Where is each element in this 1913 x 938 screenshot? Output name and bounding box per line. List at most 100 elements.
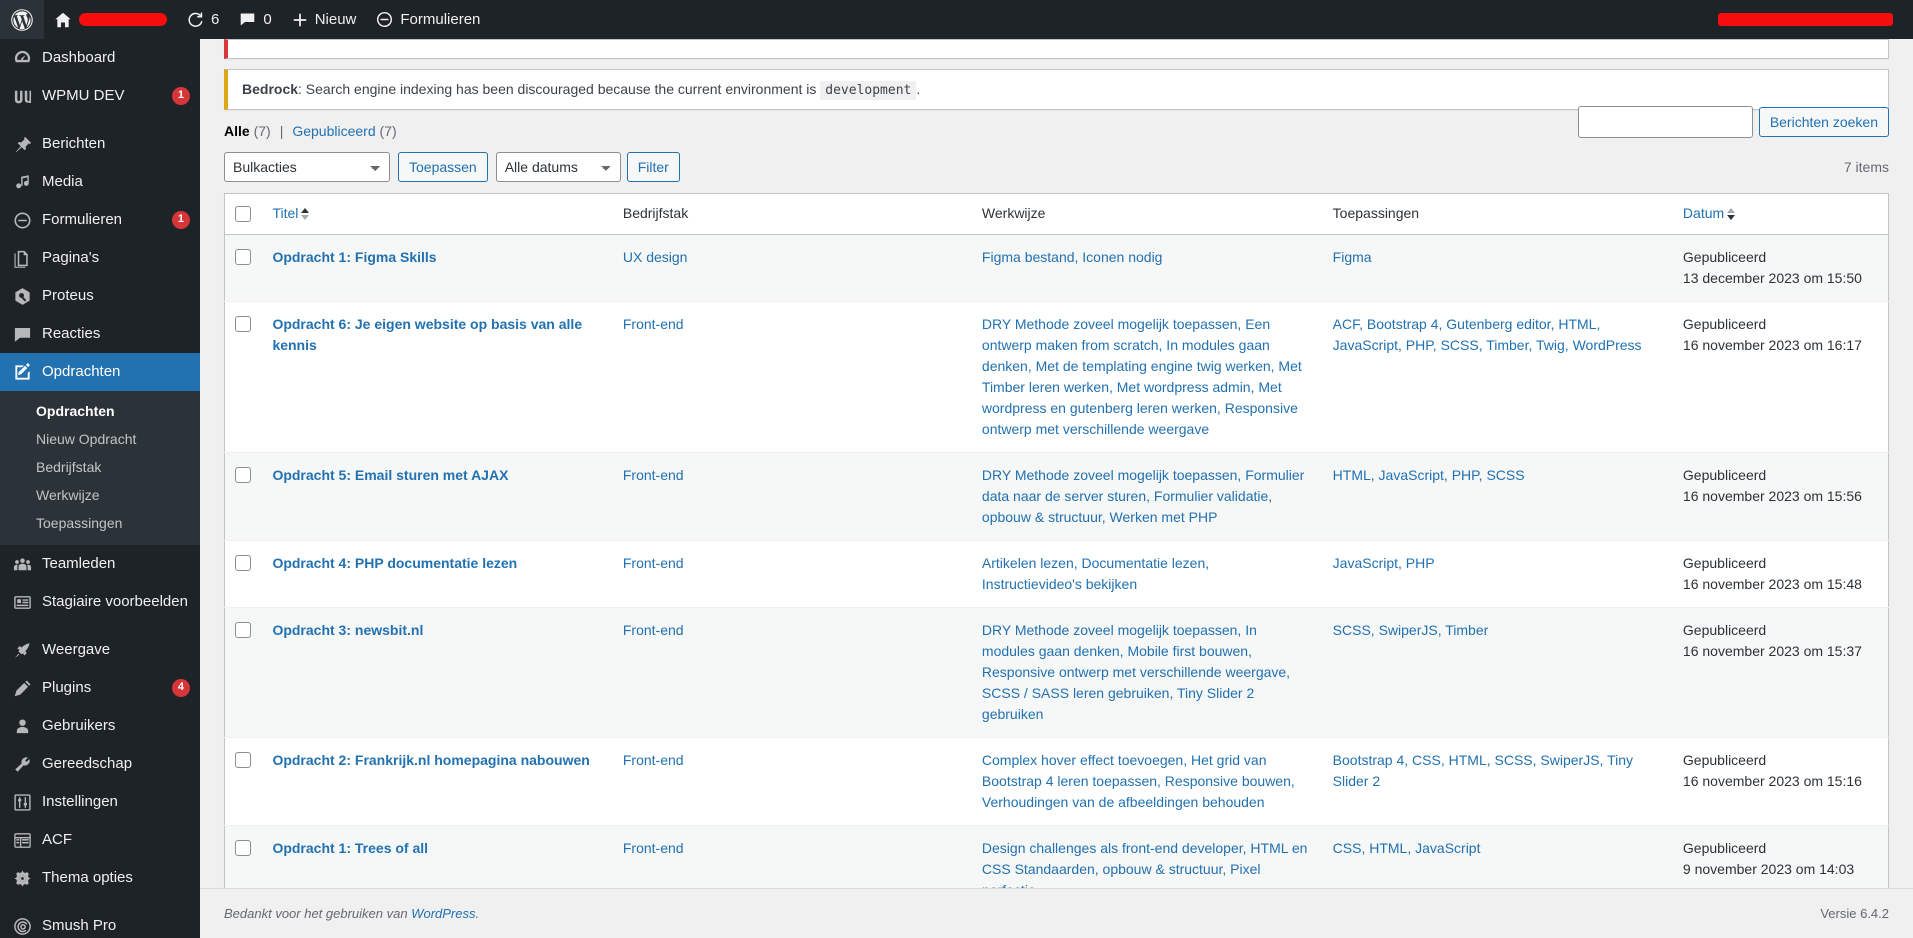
werkwijze-links[interactable]: DRY Methode zoveel mogelijk toepassen, F… [982,467,1304,525]
row-checkbox[interactable] [235,751,251,768]
sidebar-item-formulieren[interactable]: Formulieren 1 [0,201,200,239]
sidebar-item-dashboard[interactable]: Dashboard [0,39,200,77]
updates-menu[interactable]: 6 [177,0,229,39]
sidebar-item-thema-opties[interactable]: Thema opties [0,859,200,897]
sidebar-item-berichten[interactable]: Berichten [0,125,200,163]
column-header-datum-label: Datum [1682,205,1725,221]
bedrijfstak-link[interactable]: Front-end [623,555,684,571]
sort-by-datum-link[interactable]: Datum [1682,204,1736,224]
sidebar-item-stagiaire-voorbeelden[interactable]: Stagiaire voorbeelden [0,583,200,621]
row-title-link[interactable]: Opdracht 4: PHP documentatie lezen [272,555,517,571]
my-account-menu[interactable] [1708,0,1903,39]
row-checkbox[interactable] [235,248,251,265]
view-all[interactable]: Alle (7) [224,123,271,139]
toepassingen-links[interactable]: Bootstrap 4, CSS, HTML, SCSS, SwiperJS, … [1333,752,1633,789]
bedrijfstak-link[interactable]: Front-end [623,752,684,768]
toepassingen-links[interactable]: SCSS, SwiperJS, Timber [1333,622,1489,638]
tablenav-top: Berichten zoeken Bulkacties Toepassen Al… [224,106,1889,187]
view-published[interactable]: Gepubliceerd (7) [292,123,396,139]
submenu-item-opdrachten[interactable]: Opdrachten [0,397,200,425]
toepassingen-links[interactable]: CSS, HTML, JavaScript [1333,840,1481,856]
sidebar-item-reacties[interactable]: Reacties [0,315,200,353]
row-bedrijfstak-cell: Front-end [613,301,972,452]
view-all-link[interactable]: Alle [224,123,250,139]
filter-button[interactable]: Filter [626,152,680,182]
menu-separator [0,621,200,631]
opdrachten-submenu: Opdrachten Nieuw Opdracht Bedrijfstak We… [0,391,200,545]
table-row: Opdracht 2: Frankrijk.nl homepagina nabo… [224,737,1889,826]
apply-bulk-action-button-top[interactable]: Toepassen [398,152,488,182]
row-status: Gepubliceerd [1682,751,1767,768]
sidebar-item-label: Berichten [42,135,106,152]
row-toepassingen-cell: HTML, JavaScript, PHP, SCSS [1323,452,1673,540]
wp-logo-menu[interactable] [0,0,44,39]
row-bedrijfstak-cell: Front-end [613,540,972,607]
toepassingen-links[interactable]: HTML, JavaScript, PHP, SCSS [1333,467,1525,483]
sort-by-title-link[interactable]: Titel [272,204,310,224]
wordpress-link[interactable]: WordPress [411,906,475,921]
sidebar-item-teamleden[interactable]: Teamleden [0,545,200,583]
search-input[interactable] [1577,106,1753,138]
werkwijze-links[interactable]: DRY Methode zoveel mogelijk toepassen, E… [982,316,1302,437]
sidebar-item-paginas[interactable]: Pagina's [0,239,200,277]
row-checkbox[interactable] [235,621,251,638]
column-header-title[interactable]: Titel [262,193,613,235]
view-published-link[interactable]: Gepubliceerd [292,123,375,139]
sidebar-item-weergave[interactable]: Weergave [0,631,200,669]
sidebar-item-gebruikers[interactable]: Gebruikers [0,707,200,745]
bedrijfstak-link[interactable]: Front-end [623,467,684,483]
werkwijze-links[interactable]: Complex hover effect toevoegen, Het grid… [982,752,1295,810]
row-checkbox[interactable] [235,466,251,483]
search-posts-button[interactable]: Berichten zoeken [1758,107,1889,137]
sidebar-item-wpmu-dev[interactable]: WPMU DEV 1 [0,77,200,115]
bedrock-notice-text-after: . [916,81,921,97]
submenu-item-toepassingen[interactable]: Toepassingen [0,509,200,537]
sidebar-item-media[interactable]: Media [0,163,200,201]
comments-menu[interactable]: 0 [229,0,281,39]
row-checkbox[interactable] [235,315,251,332]
bedrijfstak-link[interactable]: Front-end [623,622,684,638]
sidebar-item-instellingen[interactable]: Instellingen [0,783,200,821]
werkwijze-links[interactable]: DRY Methode zoveel mogelijk toepassen, I… [982,622,1290,722]
row-select-cell [225,607,263,737]
updates-icon [187,11,204,28]
submenu-item-werkwijze[interactable]: Werkwijze [0,481,200,509]
row-date: 16 november 2023 om 15:48 [1682,575,1862,592]
site-name-menu[interactable] [44,0,177,39]
sidebar-item-smush-pro[interactable]: Smush Pro [0,907,200,938]
submenu-item-nieuw-opdracht[interactable]: Nieuw Opdracht [0,425,200,453]
row-title-link[interactable]: Opdracht 6: Je eigen website op basis va… [272,316,582,353]
column-header-datum[interactable]: Datum [1672,193,1889,235]
date-filter-select[interactable]: Alle datums [495,152,621,182]
table-body: Opdracht 1: Figma Skills UX design Figma… [224,234,1889,914]
toepassingen-links[interactable]: JavaScript, PHP [1333,555,1435,571]
sidebar-item-opdrachten[interactable]: Opdrachten [0,353,200,391]
forms-menu[interactable]: Formulieren [366,0,490,39]
werkwijze-links[interactable]: Artikelen lezen, Documentatie lezen, Ins… [982,555,1209,592]
bedrijfstak-link[interactable]: Front-end [623,840,684,856]
new-content-menu[interactable]: Nieuw [282,0,367,39]
bulk-actions-select-top[interactable]: Bulkacties [224,152,390,182]
bedrijfstak-link[interactable]: UX design [623,249,688,265]
row-checkbox[interactable] [235,554,251,571]
toepassingen-links[interactable]: Figma [1333,249,1372,265]
row-title-link[interactable]: Opdracht 3: newsbit.nl [272,622,423,638]
row-title-link[interactable]: Opdracht 1: Trees of all [272,840,428,856]
werkwijze-links[interactable]: Figma bestand, Iconen nodig [982,249,1163,265]
pages-icon [12,248,32,268]
bedrock-notice-code: development [820,81,917,100]
row-checkbox[interactable] [235,839,251,856]
sidebar-item-plugins[interactable]: Plugins 4 [0,669,200,707]
row-title-link[interactable]: Opdracht 5: Email sturen met AJAX [272,467,508,483]
bedrijfstak-link[interactable]: Front-end [623,316,684,332]
sidebar-item-gereedschap[interactable]: Gereedschap [0,745,200,783]
sidebar-item-proteus[interactable]: Proteus [0,277,200,315]
gear-icon [12,868,32,888]
select-all-checkbox-top[interactable] [235,206,251,222]
toepassingen-links[interactable]: ACF, Bootstrap 4, Gutenberg editor, HTML… [1333,316,1642,353]
wpmudev-icon [12,86,32,106]
sidebar-item-acf[interactable]: ACF [0,821,200,859]
submenu-item-bedrijfstak[interactable]: Bedrijfstak [0,453,200,481]
row-title-link[interactable]: Opdracht 1: Figma Skills [272,249,436,265]
row-title-link[interactable]: Opdracht 2: Frankrijk.nl homepagina nabo… [272,752,589,768]
